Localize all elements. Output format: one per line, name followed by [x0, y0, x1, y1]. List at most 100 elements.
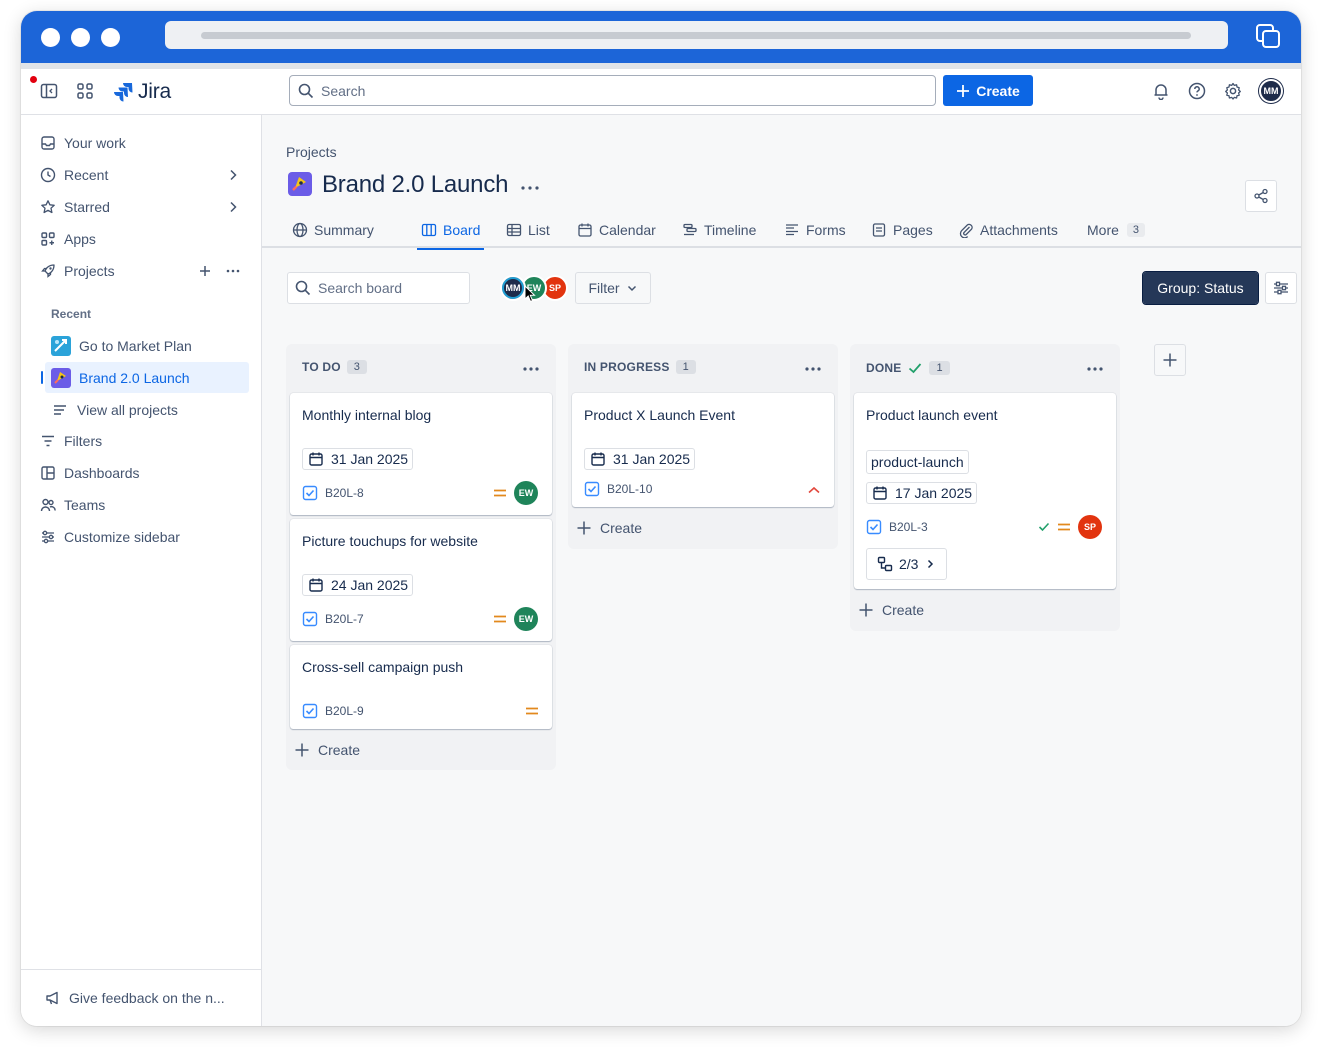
tab-attachments[interactable]: Attachments [958, 211, 1058, 248]
column-done: DONE 1 Product launch event product-laun… [850, 344, 1120, 631]
issue-key-row: B20L-10 [584, 481, 652, 497]
avatar-filter-mm[interactable]: MM [500, 275, 526, 301]
tab-pages[interactable]: Pages [871, 211, 933, 248]
user-avatar[interactable]: MM [1259, 79, 1283, 103]
sidebar-toggle-icon[interactable] [40, 82, 58, 100]
sidebar-item-dashboards[interactable]: Dashboards [33, 459, 249, 487]
sidebar-item-apps[interactable]: Apps [33, 225, 249, 253]
project-avatar [288, 172, 312, 196]
window-maximize-dot[interactable] [101, 28, 120, 47]
tab-summary[interactable]: Summary [292, 211, 374, 248]
global-search-input[interactable]: Search [289, 75, 936, 106]
tab-forms[interactable]: Forms [784, 211, 846, 248]
give-feedback-button[interactable]: Give feedback on the n... [21, 969, 262, 1026]
create-issue-button[interactable]: Create [294, 742, 360, 758]
column-in-progress: IN PROGRESS 1 Product X Launch Event 31 … [568, 344, 838, 549]
project-more-icon[interactable] [520, 185, 540, 191]
tabs-overview-icon[interactable] [1255, 23, 1281, 49]
create-button[interactable]: Create [943, 75, 1033, 106]
issue-card[interactable]: Cross-sell campaign push B20L-9 [290, 645, 552, 729]
calendar-icon [873, 486, 887, 500]
issue-card[interactable]: Product X Launch Event 31 Jan 2025 B20L-… [572, 393, 834, 507]
column-header: IN PROGRESS 1 [584, 360, 696, 374]
column-header: DONE 1 [866, 360, 950, 376]
assignee-avatar[interactable]: EW [514, 607, 538, 631]
notifications-bell-icon[interactable] [1152, 82, 1170, 100]
clock-icon [40, 167, 56, 183]
sidebar-item-label: Recent [64, 167, 109, 183]
issue-card[interactable]: Monthly internal blog 31 Jan 2025 B20L-8… [290, 393, 552, 515]
tab-calendar[interactable]: Calendar [577, 211, 656, 248]
issue-key-row: B20L-7 [302, 611, 364, 627]
issue-key[interactable]: B20L-9 [325, 704, 364, 718]
calendar-icon [309, 452, 323, 466]
sidebar-item-projects[interactable]: Projects [33, 257, 249, 285]
group-by-button[interactable]: Group: Status [1142, 271, 1259, 305]
column-more-icon[interactable] [1086, 366, 1104, 372]
more-options-icon[interactable] [225, 263, 241, 279]
child-progress: 2/3 [899, 556, 919, 572]
sidebar-item-label: View all projects [77, 401, 178, 418]
board-search-input[interactable]: Search board [287, 272, 470, 304]
column-more-icon[interactable] [522, 366, 540, 372]
help-icon[interactable] [1188, 82, 1206, 100]
sidebar: Your work Recent Starred Apps Projects R… [21, 115, 262, 1026]
sidebar-item-recent[interactable]: Recent [33, 161, 249, 189]
tab-timeline[interactable]: Timeline [682, 211, 756, 248]
sidebar-item-teams[interactable]: Teams [33, 491, 249, 519]
window-close-dot[interactable] [41, 28, 60, 47]
create-issue-button[interactable]: Create [858, 602, 924, 618]
assignee-avatar[interactable]: SP [1078, 515, 1102, 539]
chevron-up-icon [808, 486, 820, 494]
task-checkbox-icon [584, 481, 600, 497]
sidebar-item-starred[interactable]: Starred [33, 193, 249, 221]
sidebar-item-customize[interactable]: Customize sidebar [33, 523, 249, 551]
add-column-button[interactable] [1154, 344, 1186, 376]
issue-key[interactable]: B20L-3 [889, 520, 928, 534]
issue-key[interactable]: B20L-10 [607, 482, 652, 496]
sidebar-project-go-to-market[interactable]: Go to Market Plan [45, 330, 249, 361]
equals-icon [494, 489, 506, 497]
jira-logo[interactable]: Jira [113, 80, 171, 104]
due-date-chip: 31 Jan 2025 [302, 448, 414, 470]
filter-button[interactable]: Filter [575, 272, 651, 304]
tab-more[interactable]: More 3 [1087, 211, 1146, 248]
tab-list[interactable]: List [506, 211, 550, 248]
issue-card[interactable]: Picture touchups for website 24 Jan 2025… [290, 519, 552, 641]
child-issues-button[interactable]: 2/3 [866, 548, 948, 580]
due-date: 31 Jan 2025 [613, 451, 691, 467]
view-settings-button[interactable] [1265, 272, 1297, 304]
column-more-icon[interactable] [804, 366, 822, 372]
create-issue-button[interactable]: Create [576, 520, 642, 536]
sidebar-project-brand-2-launch[interactable]: Brand 2.0 Launch [41, 362, 249, 393]
issue-key[interactable]: B20L-8 [325, 486, 364, 500]
issue-key[interactable]: B20L-7 [325, 612, 364, 626]
tab-board[interactable]: Board [416, 211, 485, 250]
tab-label: Board [443, 221, 481, 238]
tab-label: Pages [893, 221, 933, 238]
sidebar-item-filters[interactable]: Filters [33, 427, 249, 455]
paperclip-icon [959, 223, 973, 238]
top-navigation: Jira Search Create MM [21, 69, 1301, 115]
share-button[interactable] [1245, 180, 1277, 212]
board-icon [421, 223, 437, 236]
settings-gear-icon[interactable] [1224, 82, 1242, 100]
address-bar[interactable] [165, 21, 1228, 49]
sidebar-item-your-work[interactable]: Your work [33, 129, 249, 157]
card-title: Picture touchups for website [302, 533, 478, 549]
browser-window: Jira Search Create MM Your work Recent S… [21, 11, 1301, 1026]
label-chip[interactable]: product-launch [866, 450, 969, 474]
assignee-avatar[interactable]: EW [514, 481, 538, 505]
apps-grid-icon [41, 232, 55, 246]
equals-icon [1058, 523, 1070, 531]
issue-key-row: B20L-8 [302, 485, 364, 501]
sidebar-view-all-projects[interactable]: View all projects [45, 394, 249, 425]
issue-card[interactable]: Product launch event product-launch 17 J… [854, 393, 1116, 589]
window-minimize-dot[interactable] [71, 28, 90, 47]
issue-key-row: B20L-3 [866, 519, 928, 535]
breadcrumb[interactable]: Projects [286, 144, 337, 160]
add-project-icon[interactable] [197, 263, 213, 279]
dashboard-icon [41, 466, 55, 480]
app-switcher-icon[interactable] [76, 82, 94, 100]
sidebar-recent-heading: Recent [51, 307, 92, 321]
